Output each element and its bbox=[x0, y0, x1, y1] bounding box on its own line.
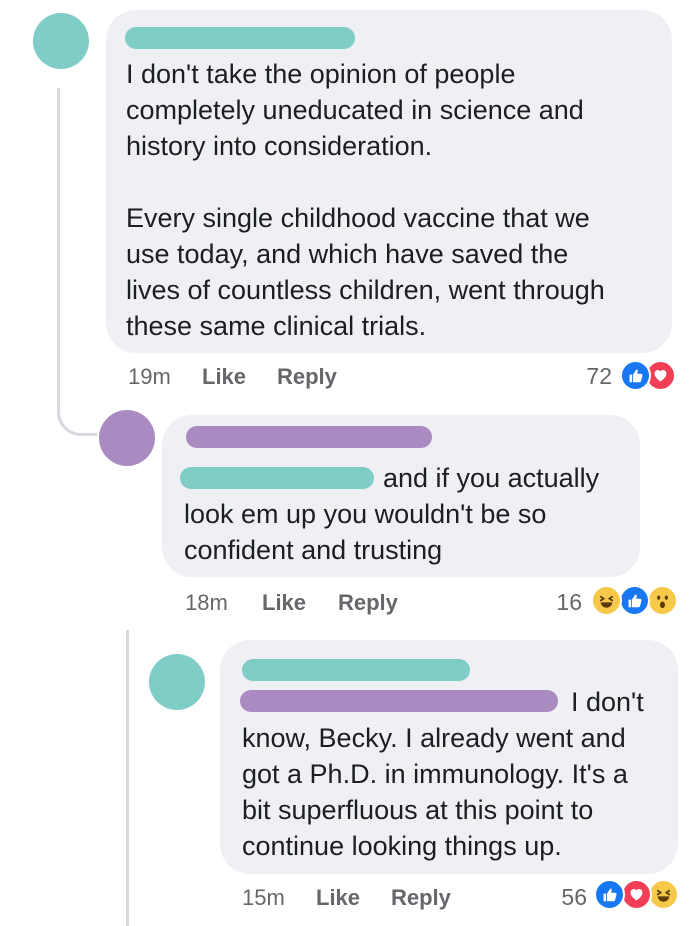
comment-text: and if you actually bbox=[383, 463, 600, 493]
avatar[interactable] bbox=[33, 13, 89, 69]
love-icon bbox=[621, 879, 652, 910]
redacted-author-name[interactable] bbox=[186, 426, 432, 448]
haha-icon bbox=[648, 879, 679, 910]
reply-button[interactable]: Reply bbox=[391, 885, 451, 911]
comment-timestamp[interactable]: 18m bbox=[185, 590, 228, 616]
comment-timestamp[interactable]: 15m bbox=[242, 885, 285, 911]
reply-button[interactable]: Reply bbox=[338, 590, 398, 616]
reply-button[interactable]: Reply bbox=[277, 364, 337, 390]
comment-timestamp[interactable]: 19m bbox=[128, 364, 171, 390]
like-icon bbox=[619, 585, 650, 616]
thread-line bbox=[57, 88, 60, 410]
comment-text: know, Becky. I already went and got a Ph… bbox=[242, 723, 628, 861]
reaction-count[interactable]: 16 bbox=[540, 589, 582, 616]
reaction-count[interactable]: 72 bbox=[570, 363, 612, 390]
comment-text: I don't bbox=[571, 687, 644, 717]
like-button[interactable]: Like bbox=[202, 364, 246, 390]
wow-icon bbox=[647, 585, 678, 616]
reaction-count[interactable]: 56 bbox=[545, 884, 587, 911]
like-icon bbox=[620, 360, 651, 391]
haha-icon bbox=[591, 585, 622, 616]
like-button[interactable]: Like bbox=[316, 885, 360, 911]
redacted-author-name[interactable] bbox=[242, 659, 470, 681]
avatar[interactable] bbox=[99, 410, 155, 466]
redacted-author-name[interactable] bbox=[125, 27, 355, 49]
thread-curve bbox=[57, 408, 97, 436]
like-button[interactable]: Like bbox=[262, 590, 306, 616]
like-icon bbox=[594, 879, 625, 910]
avatar[interactable] bbox=[149, 654, 205, 710]
redacted-mention[interactable] bbox=[180, 467, 374, 489]
thread-line bbox=[126, 630, 129, 926]
comment-text: I don't take the opinion of people compl… bbox=[126, 59, 605, 341]
comment-text: look em up you wouldn't be so confident … bbox=[184, 499, 547, 565]
redacted-mention[interactable] bbox=[240, 690, 558, 712]
